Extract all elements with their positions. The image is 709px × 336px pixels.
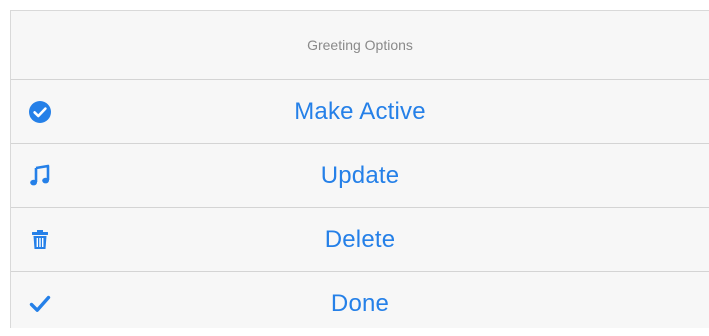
greeting-options-sheet: Greeting Options Make Active Update Dele…: [10, 10, 709, 328]
music-note-icon: [28, 164, 52, 188]
check-circle-icon: [28, 100, 52, 124]
update-button[interactable]: Update: [11, 144, 709, 208]
checkmark-icon: [28, 292, 52, 316]
sheet-header: Greeting Options: [11, 11, 709, 80]
trash-icon: [28, 228, 52, 252]
make-active-button[interactable]: Make Active: [11, 80, 709, 144]
done-button[interactable]: Done: [11, 272, 709, 336]
delete-label: Delete: [324, 225, 396, 253]
delete-button[interactable]: Delete: [11, 208, 709, 272]
done-label: Done: [330, 290, 390, 317]
update-label: Update: [320, 161, 400, 189]
make-active-label: Make Active: [294, 97, 426, 125]
sheet-title: Greeting Options: [307, 37, 413, 53]
